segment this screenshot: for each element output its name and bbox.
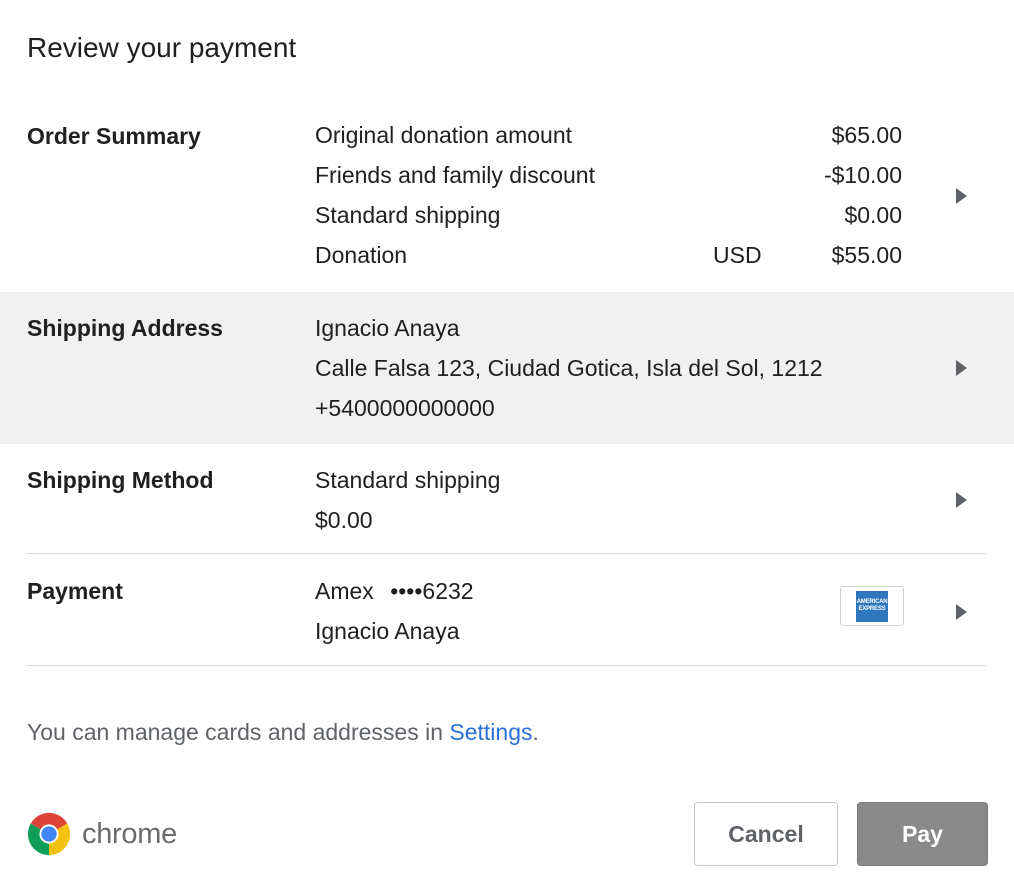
amex-logo-line: AMERICAN xyxy=(856,599,888,605)
chevron-right-icon xyxy=(956,492,967,508)
summary-row-label: Standard shipping xyxy=(315,202,501,228)
shipping-method-label: Shipping Method xyxy=(27,467,214,493)
summary-row: Original donation amount $65.00 xyxy=(315,115,905,155)
shipping-method-details: Standard shipping $0.00 xyxy=(315,460,500,540)
shipping-method-section[interactable]: Shipping Method Standard shipping $0.00 xyxy=(0,444,1014,554)
summary-row: Friends and family discount -$10.00 xyxy=(315,155,905,195)
amex-logo: AMERICAN EXPRESS xyxy=(856,590,888,622)
payment-card-line: Amex ••••6232 xyxy=(315,571,474,611)
manage-cards-text: You can manage cards and addresses in xyxy=(27,719,450,745)
shipping-method-price: $0.00 xyxy=(315,507,373,533)
payment-dialog: Review your payment Order Summary Origin… xyxy=(0,0,1014,894)
summary-row-currency: USD xyxy=(713,242,762,268)
settings-link[interactable]: Settings xyxy=(449,719,532,745)
chevron-right-icon xyxy=(956,360,967,376)
pay-button[interactable]: Pay xyxy=(857,802,988,866)
shipping-address-label: Shipping Address xyxy=(27,315,223,341)
shipping-address-details: Ignacio Anaya Calle Falsa 123, Ciudad Go… xyxy=(315,308,823,428)
chrome-wordmark: chrome xyxy=(82,817,177,850)
section-divider xyxy=(26,665,986,666)
chevron-right-icon xyxy=(956,604,967,620)
payment-label: Payment xyxy=(27,578,123,604)
summary-row-label: Donation xyxy=(315,242,408,268)
summary-row-label: Original donation amount xyxy=(315,122,572,148)
summary-row-amount: $65.00 xyxy=(831,122,902,148)
shipping-address-section[interactable]: Shipping Address Ignacio Anaya Calle Fal… xyxy=(0,292,1014,444)
summary-row-amount: $55.00 xyxy=(831,242,902,268)
manage-cards-suffix: . xyxy=(532,719,539,745)
chrome-logo-icon xyxy=(27,812,71,856)
chevron-right-icon xyxy=(956,188,967,204)
payment-details: Amex ••••6232 Ignacio Anaya xyxy=(315,571,474,651)
card-brand: Amex xyxy=(315,578,374,604)
summary-row-total: Donation USD $55.00 xyxy=(315,235,905,275)
card-number-masked: ••••6232 xyxy=(390,578,474,604)
shipping-address-name: Ignacio Anaya xyxy=(315,315,460,341)
cancel-button[interactable]: Cancel xyxy=(694,802,838,866)
shipping-address-phone: +5400000000000 xyxy=(315,395,495,421)
payment-section[interactable]: Payment Amex ••••6232 Ignacio Anaya AMER… xyxy=(0,554,1014,665)
cardholder-name: Ignacio Anaya xyxy=(315,618,460,644)
manage-cards-note: You can manage cards and addresses in Se… xyxy=(27,714,539,750)
summary-row-amount: -$10.00 xyxy=(823,162,902,188)
order-summary-section[interactable]: Order Summary Original donation amount $… xyxy=(0,110,1014,292)
summary-row-amount: $0.00 xyxy=(844,202,902,228)
order-summary-rows: Original donation amount $65.00 Friends … xyxy=(315,115,905,275)
shipping-method-name: Standard shipping xyxy=(315,467,501,493)
chrome-brand: chrome xyxy=(26,810,177,858)
summary-row-label: Friends and family discount xyxy=(315,162,595,188)
order-summary-label: Order Summary xyxy=(27,123,201,149)
amex-card-icon: AMERICAN EXPRESS xyxy=(840,586,904,626)
dialog-title: Review your payment xyxy=(27,32,297,63)
summary-row: Standard shipping $0.00 xyxy=(315,195,905,235)
amex-logo-line: EXPRESS xyxy=(858,606,886,612)
shipping-address-line: Calle Falsa 123, Ciudad Gotica, Isla del… xyxy=(315,355,823,381)
